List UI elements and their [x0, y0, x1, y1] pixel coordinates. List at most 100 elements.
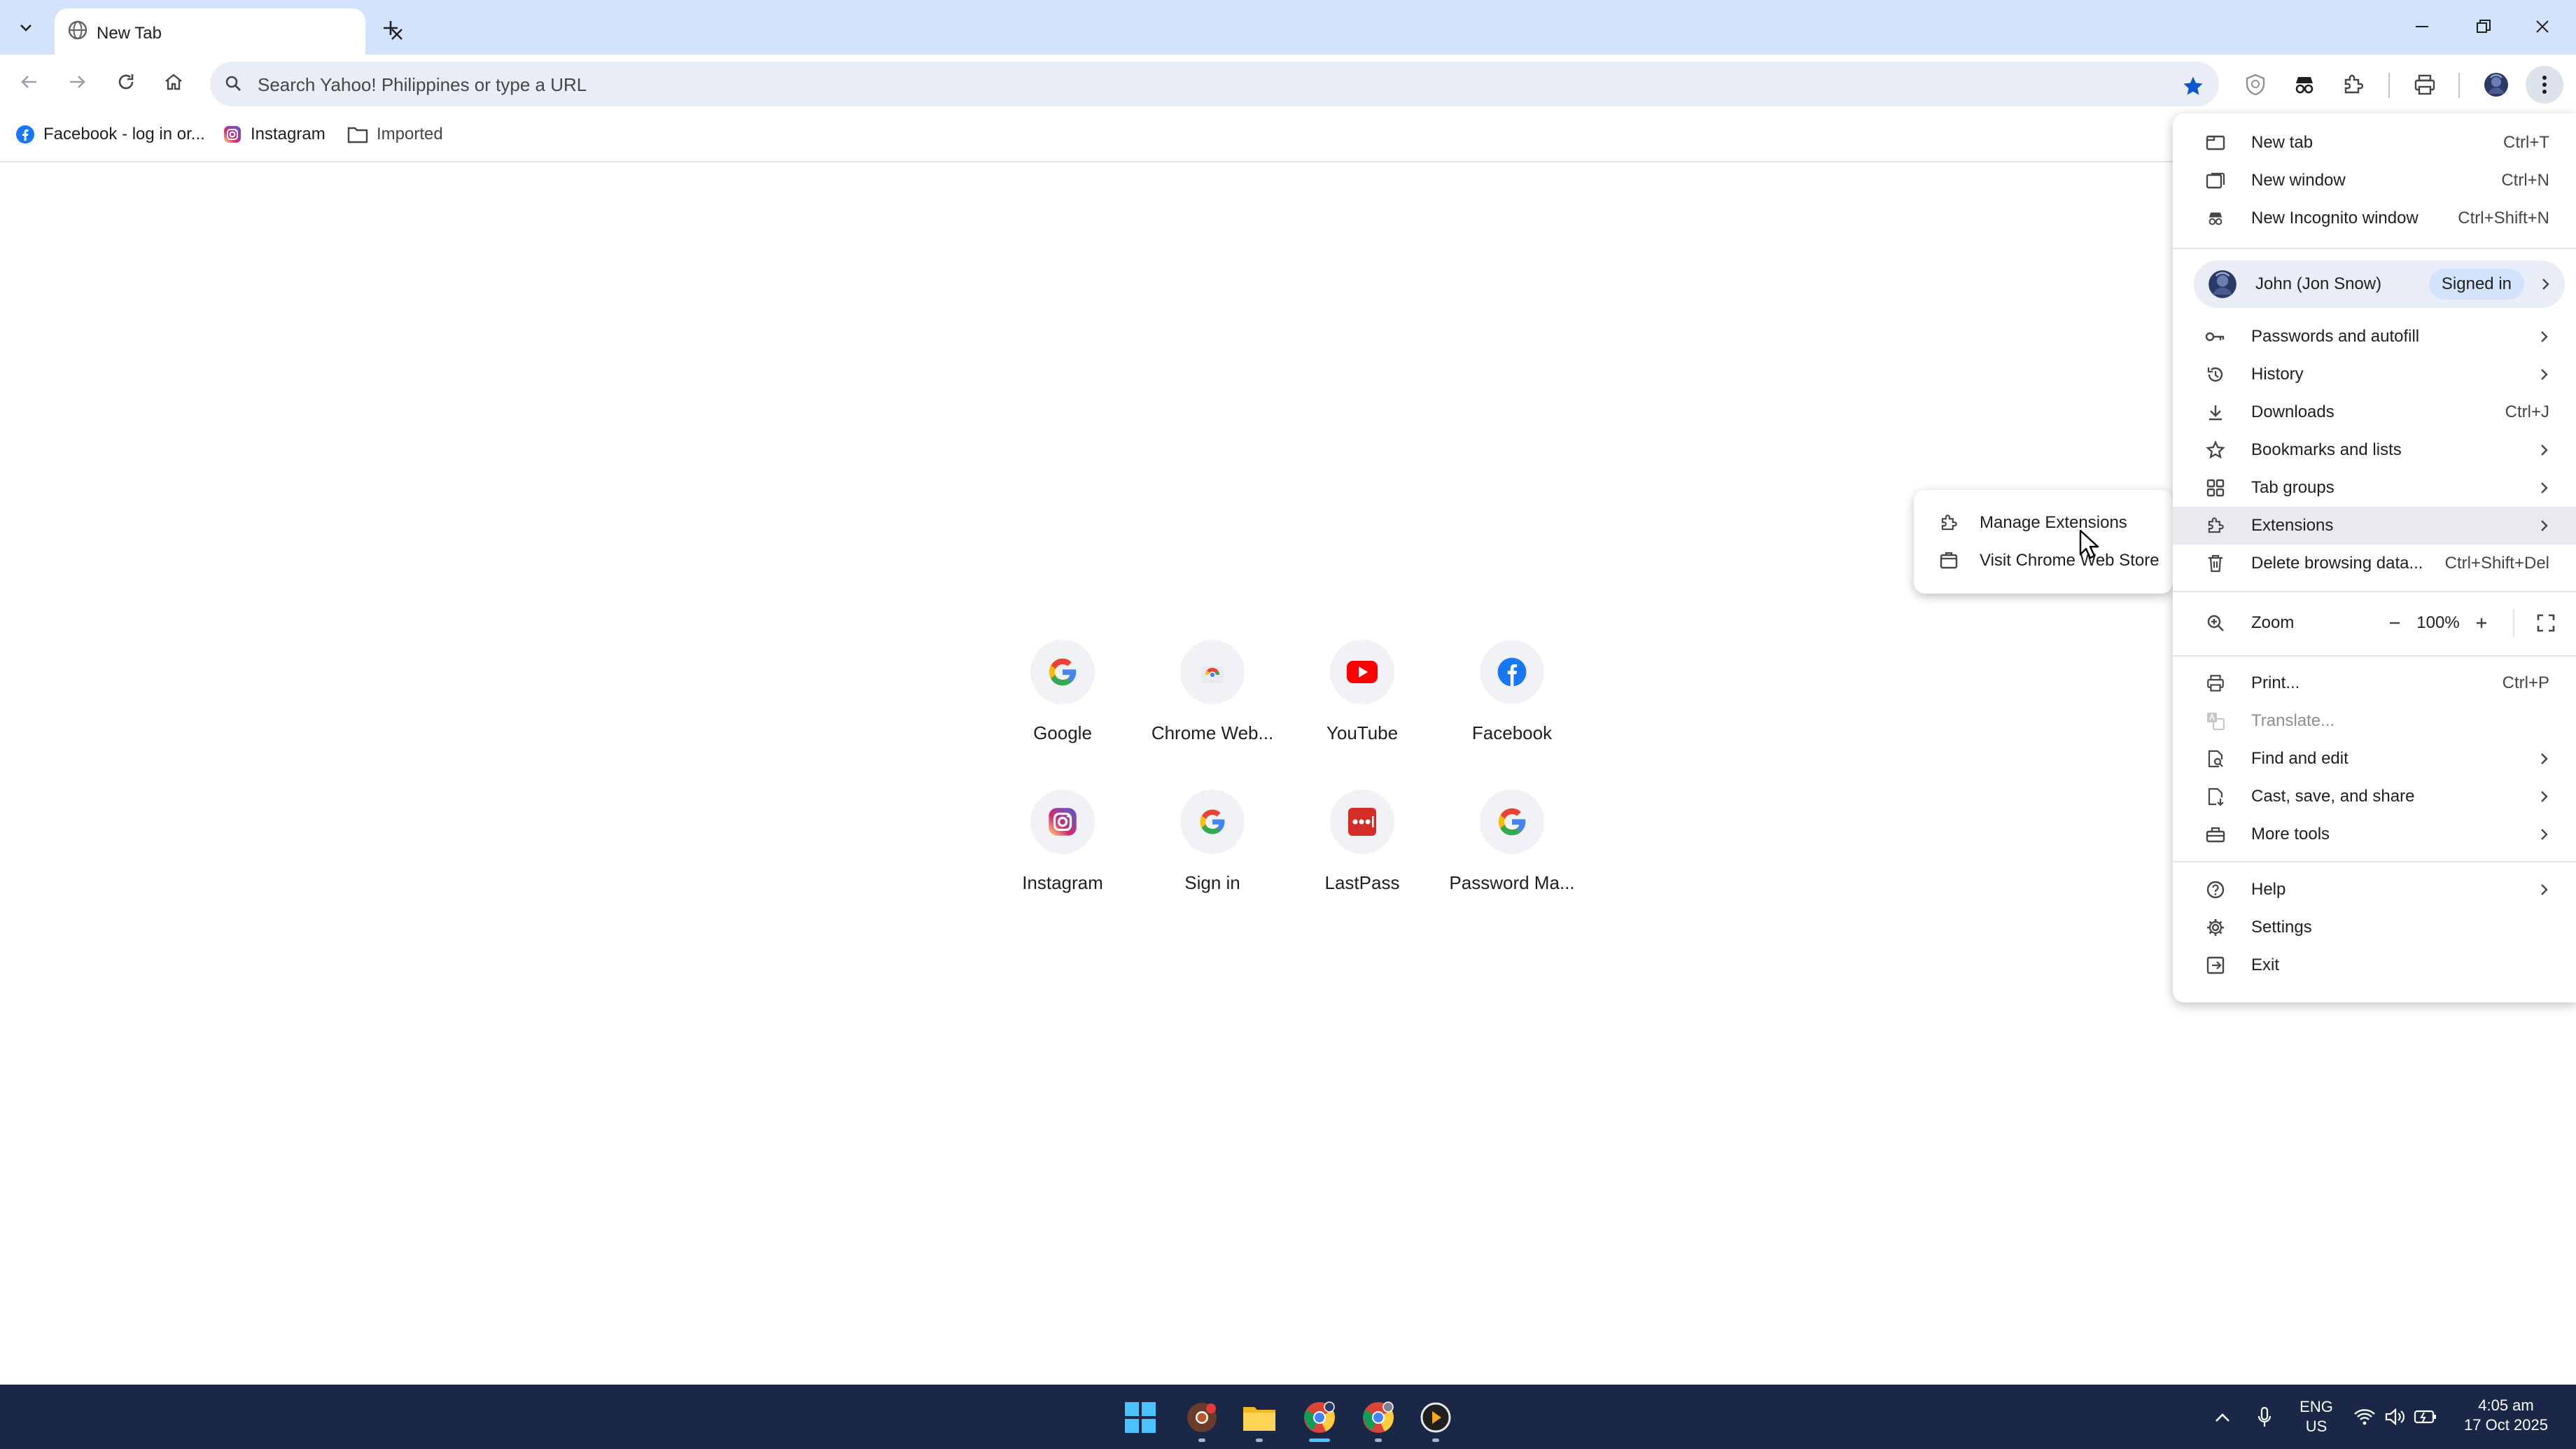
taskbar-app-chrome-canary[interactable] [1182, 1397, 1222, 1442]
menu-item-find-edit[interactable]: Find and edit [2173, 740, 2576, 778]
bookmark-star-button[interactable] [2177, 70, 2209, 102]
running-indicator [1432, 1438, 1439, 1442]
battery-icon [2414, 1410, 2436, 1424]
address-bar[interactable]: Search Yahoo! Philippines or type a URL [210, 62, 2219, 106]
menu-item-cast-save-share[interactable]: Cast, save, and share [2173, 778, 2576, 816]
menu-item-settings[interactable]: Settings [2173, 909, 2576, 946]
show-hidden-icons-button[interactable] [2202, 1397, 2243, 1438]
menu-item-translate: Translate... [2173, 702, 2576, 740]
taskbar-app-chrome[interactable] [1299, 1397, 1340, 1442]
menu-item-label: Settings [2251, 918, 2312, 937]
start-button[interactable] [1120, 1397, 1161, 1438]
bookmark-folder-imported[interactable]: Imported [347, 120, 443, 148]
tab-new-tab[interactable]: New Tab [55, 8, 402, 55]
menu-item-new-window[interactable]: New window Ctrl+N [2173, 162, 2576, 200]
menu-item-passwords[interactable]: Passwords and autofill [2173, 318, 2576, 356]
zoom-divider [2513, 609, 2514, 637]
menu-item-exit[interactable]: Exit [2173, 946, 2576, 984]
shortcut-sign-in[interactable]: Sign in [1142, 790, 1282, 923]
menu-item-manage-extensions[interactable]: Manage Extensions [1914, 504, 2173, 542]
shortcut-label: Facebook [1471, 722, 1553, 743]
exit-icon [2204, 956, 2227, 974]
shortcut-chrome-web-store[interactable]: Chrome Web... [1142, 640, 1282, 773]
menu-item-shortcut: Ctrl+T [2503, 133, 2549, 152]
zoom-label: Zoom [2251, 613, 2295, 632]
puzzle-icon [2204, 516, 2227, 536]
google-icon [1180, 790, 1245, 854]
home-button[interactable] [154, 62, 193, 102]
close-window-button[interactable] [2521, 11, 2563, 42]
menu-item-label: Manage Extensions [1980, 513, 2127, 532]
shield-icon [2246, 74, 2265, 96]
avatar [2484, 73, 2508, 97]
print-button[interactable] [2407, 66, 2443, 103]
menu-item-extensions[interactable]: Extensions [2173, 507, 2576, 545]
shortcut-facebook[interactable]: Facebook [1442, 640, 1582, 773]
minimize-button[interactable] [2401, 11, 2443, 42]
taskbar-app-media-player[interactable] [1415, 1397, 1456, 1442]
language-indicator[interactable]: ENG US [2293, 1397, 2339, 1436]
system-tray-status[interactable] [2353, 1401, 2437, 1432]
play-icon [1420, 1402, 1451, 1433]
restore-button[interactable] [2463, 11, 2505, 42]
back-button[interactable] [10, 62, 49, 102]
menu-item-downloads[interactable]: Downloads Ctrl+J [2173, 393, 2576, 431]
tab-search-button[interactable] [7, 10, 45, 45]
profile-avatar-button[interactable] [2478, 66, 2514, 103]
youtube-icon [1330, 640, 1394, 704]
taskbar-app-chrome-profile[interactable] [1358, 1397, 1399, 1442]
close-icon [2536, 20, 2549, 33]
menu-item-delete-browsing-data[interactable]: Delete browsing data... Ctrl+Shift+Del [2173, 545, 2576, 582]
kebab-menu-icon [2542, 76, 2547, 94]
shortcut-google[interactable]: Google [993, 640, 1133, 773]
menu-item-new-tab[interactable]: New tab Ctrl+T [2173, 124, 2576, 162]
menu-item-profile[interactable]: John (Jon Snow) Signed in [2194, 260, 2565, 308]
shortcut-youtube[interactable]: YouTube [1292, 640, 1432, 773]
shortcut-password-manager[interactable]: Password Ma... [1442, 790, 1582, 923]
forward-button[interactable] [57, 62, 97, 102]
key-icon [2204, 330, 2227, 344]
clock-date: 17 Oct 2025 [2464, 1416, 2548, 1434]
menu-item-shortcut: Ctrl+P [2502, 673, 2549, 692]
menu-item-tab-groups[interactable]: Tab groups [2173, 469, 2576, 507]
menu-item-print[interactable]: Print... Ctrl+P [2173, 664, 2576, 702]
download-icon [2204, 403, 2227, 421]
menu-item-label: Translate... [2251, 711, 2335, 730]
search-icon [224, 74, 242, 92]
menu-item-bookmarks[interactable]: Bookmarks and lists [2173, 431, 2576, 469]
microphone-button[interactable] [2244, 1397, 2285, 1438]
spy-extension-button[interactable] [2286, 66, 2323, 103]
zoom-out-button[interactable] [2379, 607, 2411, 639]
menu-item-new-incognito[interactable]: New Incognito window Ctrl+Shift+N [2173, 200, 2576, 237]
taskbar-app-file-explorer[interactable] [1239, 1397, 1280, 1442]
menu-item-label: Passwords and autofill [2251, 327, 2420, 346]
chevron-right-icon [2540, 481, 2549, 495]
folder-icon [1243, 1407, 1275, 1431]
bookmark-instagram[interactable]: Instagram [223, 120, 326, 148]
clock-time: 4:05 am [2478, 1396, 2534, 1414]
reload-button[interactable] [106, 62, 146, 102]
bookmark-facebook[interactable]: Facebook - log in or... [15, 120, 205, 148]
facebook-icon [1480, 640, 1544, 704]
new-tab-button[interactable] [375, 13, 406, 43]
menu-item-more-tools[interactable]: More tools [2173, 816, 2576, 853]
new-window-icon [2204, 172, 2227, 190]
chrome-icon [1187, 1403, 1217, 1432]
fullscreen-button[interactable] [2530, 607, 2562, 639]
star-filled-icon [2183, 76, 2203, 95]
menu-item-visit-web-store[interactable]: Visit Chrome Web Store [1914, 542, 2173, 580]
shield-extension-button[interactable] [2237, 66, 2274, 103]
chrome-menu-button[interactable] [2526, 66, 2563, 104]
clock[interactable]: 4:05 am 17 Oct 2025 [2450, 1396, 2562, 1435]
arrow-right-icon [70, 76, 85, 88]
menu-separator [2173, 248, 2576, 249]
zoom-in-button[interactable] [2465, 607, 2498, 639]
extensions-button[interactable] [2335, 66, 2372, 103]
microphone-icon [2258, 1406, 2272, 1427]
menu-item-label: Find and edit [2251, 749, 2348, 768]
shortcut-instagram[interactable]: Instagram [993, 790, 1133, 923]
shortcut-lastpass[interactable]: LastPass [1292, 790, 1432, 923]
menu-item-history[interactable]: History [2173, 356, 2576, 393]
menu-item-help[interactable]: Help [2173, 871, 2576, 909]
menu-item-shortcut: Ctrl+Shift+N [2458, 209, 2549, 227]
